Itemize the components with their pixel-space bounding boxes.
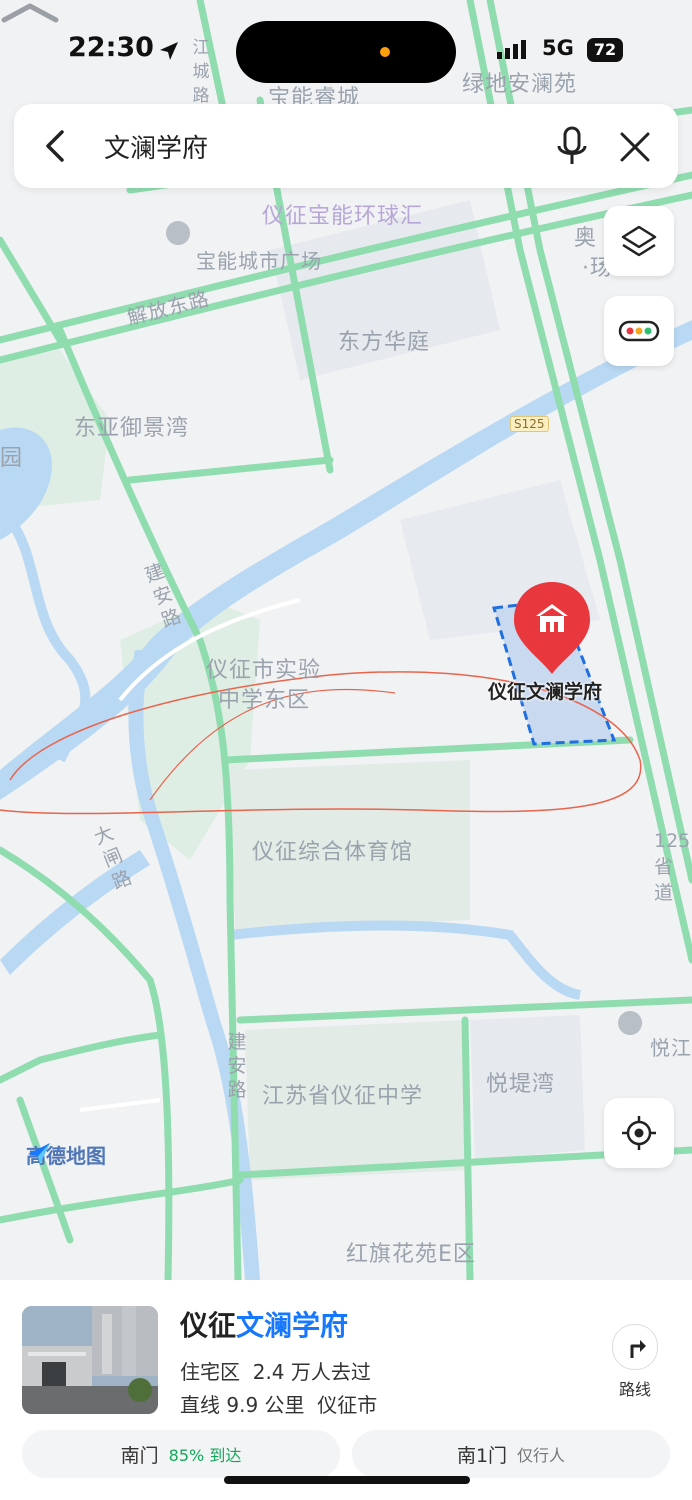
home-indicator[interactable] [224, 1476, 470, 1484]
place-photo [22, 1306, 158, 1414]
map-label-yueti-wan: 悦堤湾 [486, 1072, 556, 1097]
map-label-aoti-1: 奥 [574, 226, 598, 251]
place-city: 仪征市 [317, 1393, 378, 1417]
map-label-dongya-yujingwan: 东亚御景湾 [74, 416, 190, 441]
my-location-button[interactable] [604, 1098, 674, 1168]
layers-icon [621, 225, 657, 257]
search-query[interactable]: 文澜学府 [104, 128, 208, 165]
route-button[interactable]: 路线 [612, 1324, 658, 1400]
map-label-yuejiang: 悦江 [650, 1036, 692, 1060]
place-visitors: 2.4 万人去过 [252, 1360, 371, 1384]
back-arrow-icon[interactable] [42, 128, 68, 164]
amap-plane-icon [28, 1143, 50, 1164]
place-distance: 直线 9.9 公里 [180, 1393, 305, 1417]
status-bar: 22:30 5G 72 [0, 0, 692, 100]
route-arrow-icon [630, 1340, 646, 1358]
map-label-hongqi-huayuan: 红旗花苑E区 [346, 1242, 476, 1267]
place-title: 仪征文澜学府 [180, 1304, 348, 1344]
gate-name: 南1门 [456, 1444, 508, 1467]
place-detail-sheet[interactable]: 仪征文澜学府 住宅区 2.4 万人去过 直线 9.9 公里 仪征市 路线 南门 … [0, 1280, 692, 1500]
map-label-jiangsu-yizheng: 江苏省仪征中学 [262, 1084, 424, 1109]
road-label-125: 125省道 [654, 830, 690, 904]
map-layers-button[interactable] [604, 206, 674, 276]
gate-note: 85% 到达 [168, 1446, 242, 1465]
amap-logo: 高德地图 [26, 1140, 106, 1169]
privacy-indicator-dot [380, 47, 390, 57]
gate-name: 南门 [120, 1444, 159, 1467]
cellular-signal-icon [497, 40, 526, 59]
gate-note: 仅行人 [517, 1446, 566, 1465]
map-label-yizheng-shiyan: 仪征市实验 [206, 658, 322, 683]
place-title-prefix: 仪征 [180, 1309, 237, 1342]
target-pin-label[interactable]: 仪征文澜学府 [488, 677, 602, 704]
place-title-highlight: 文澜学府 [236, 1309, 349, 1342]
place-category: 住宅区 [180, 1360, 240, 1384]
gate-chip-south-1[interactable]: 南1门 仅行人 [352, 1430, 670, 1478]
network-type: 5G [542, 36, 574, 60]
place-meta-line-2: 直线 9.9 公里 仪征市 [180, 1389, 377, 1418]
dynamic-island [236, 21, 456, 83]
map-view[interactable]: 宝能睿城 绿地安澜苑 仪征宝能环球汇 宝能城市广场 奥 ·玚 解放东路 东方华庭… [0, 0, 692, 1280]
close-icon[interactable] [618, 130, 652, 164]
crosshair-locate-icon [622, 1116, 656, 1150]
map-label-yuan: 园 [0, 446, 24, 471]
route-label: 路线 [618, 1380, 651, 1399]
gate-chip-south[interactable]: 南门 85% 到达 [22, 1430, 340, 1478]
target-location-pin[interactable] [512, 580, 592, 676]
map-label-baoneng-huanqiu: 仪征宝能环球汇 [262, 204, 424, 229]
search-bar[interactable]: 文澜学府 [14, 104, 678, 188]
map-label-dongfang-huating: 东方华庭 [338, 330, 431, 355]
map-label-zhongxue-dongqu: 中学东区 [218, 688, 311, 713]
status-time: 22:30 [68, 32, 154, 63]
map-label-baoneng-plaza: 宝能城市广场 [196, 249, 322, 273]
location-arrow-icon [160, 42, 178, 60]
traffic-toggle-button[interactable] [604, 296, 674, 366]
battery-indicator: 72 [587, 38, 623, 62]
traffic-light-icon [618, 320, 660, 342]
place-meta-line-1: 住宅区 2.4 万人去过 [180, 1356, 371, 1385]
road-label-jianan-2: 建安路 [227, 1031, 247, 1101]
highway-shield-s125: S125 [510, 416, 549, 432]
place-photo-thumbnail[interactable] [22, 1306, 158, 1414]
map-label-sports-hall: 仪征综合体育馆 [252, 840, 414, 865]
microphone-icon[interactable] [554, 126, 590, 168]
route-icon-circle[interactable] [612, 1324, 658, 1370]
